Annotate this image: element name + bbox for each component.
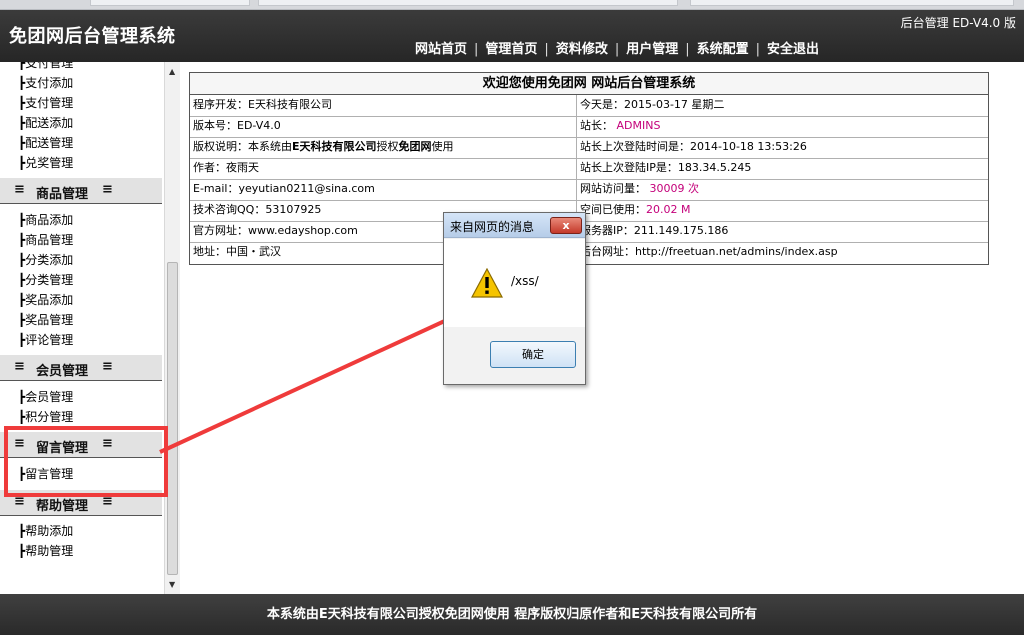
- footer: 本系统由E天科技有限公司授权免团网使用 程序版权归原作者和E天科技有限公司所有: [0, 594, 1024, 635]
- dialog-message: /xss/: [511, 274, 539, 288]
- ok-button[interactable]: 确定: [490, 341, 576, 368]
- dialog-body: /xss/: [444, 239, 585, 327]
- alert-dialog: 来自网页的消息 x /xss/ 确定: [443, 212, 586, 385]
- dialog-title: 来自网页的消息: [450, 220, 535, 234]
- close-icon[interactable]: x: [550, 217, 582, 234]
- warning-icon: [471, 268, 503, 298]
- arrow-line: [159, 311, 463, 454]
- dialog-titlebar[interactable]: 来自网页的消息 x: [444, 213, 585, 238]
